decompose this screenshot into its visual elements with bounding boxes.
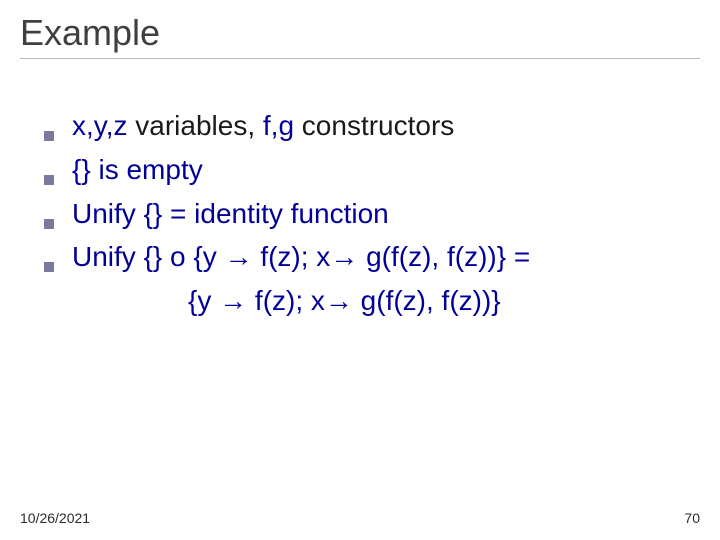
- slide: Example x,y,z variables, f,g constructor…: [0, 0, 720, 540]
- bullet-text-1: x,y,z variables, f,g constructors: [72, 107, 454, 145]
- list-item: Unify {} = identity function: [44, 195, 700, 233]
- bullet-text-4-continuation: {y → f(z); x→ g(f(z), f(z))}: [44, 282, 700, 320]
- content-area: x,y,z variables, f,g constructors {} is …: [20, 107, 700, 320]
- text-xyz: x,y,z: [72, 110, 127, 141]
- list-item: Unify {} o {y → f(z); x→ g(f(z), f(z))} …: [44, 238, 700, 276]
- bullet-text-4: Unify {} o {y → f(z); x→ g(f(z), f(z))} …: [72, 238, 530, 276]
- text-fg: f,g: [263, 110, 294, 141]
- bullet-text-3: Unify {} = identity function: [72, 195, 389, 233]
- bullet-icon: [44, 262, 54, 272]
- footer-date: 10/26/2021: [20, 510, 90, 526]
- bullet-icon: [44, 175, 54, 185]
- list-item: {} is empty: [44, 151, 700, 189]
- title-divider: Example: [20, 12, 700, 59]
- bullet-text-2: {} is empty: [72, 151, 203, 189]
- footer: 10/26/2021 70: [20, 510, 700, 526]
- slide-title: Example: [20, 12, 700, 54]
- list-item: x,y,z variables, f,g constructors: [44, 107, 700, 145]
- bullet-icon: [44, 219, 54, 229]
- bullet-icon: [44, 131, 54, 141]
- footer-page-number: 70: [684, 510, 700, 526]
- text-constructors: constructors: [294, 110, 454, 141]
- text-variables: variables,: [127, 110, 262, 141]
